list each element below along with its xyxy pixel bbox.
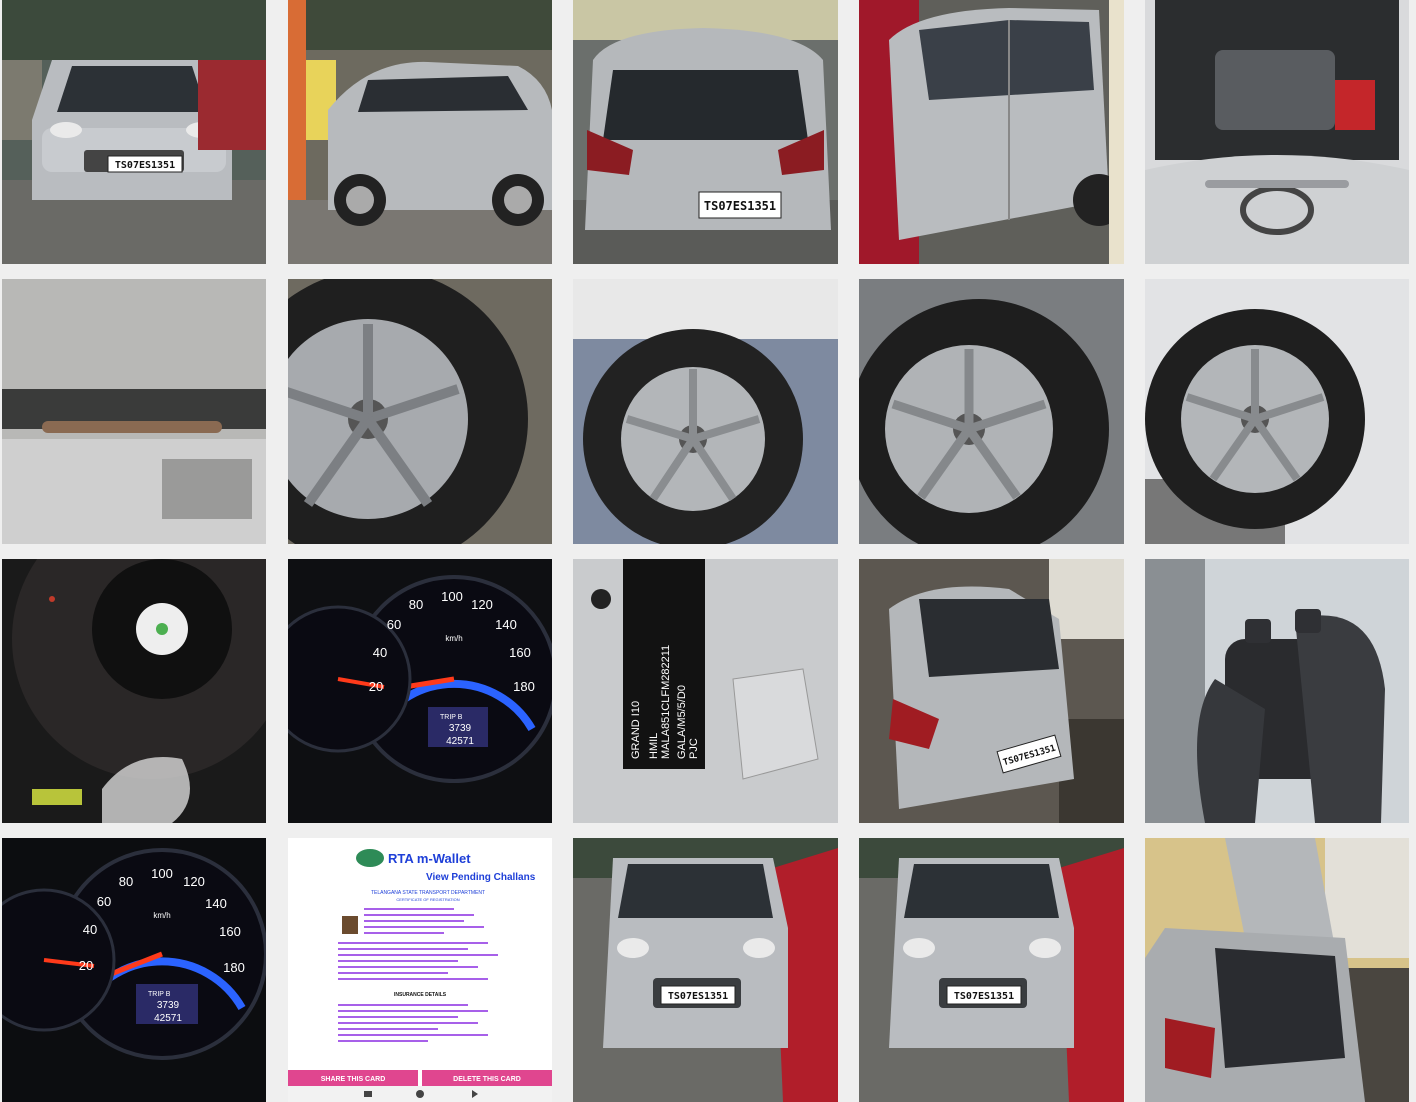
share-card-button[interactable]: SHARE THIS CARD [321,1076,386,1083]
speed-tick: 40 [83,922,97,937]
car-door-image [859,0,1124,264]
photo-front-view-3[interactable]: TS07ES1351 [859,838,1124,1102]
wheel-image [573,279,838,544]
car-front-image: TS07ES1351 [573,838,838,1102]
delete-card-button[interactable]: DELETE THIS CARD [453,1076,521,1083]
speed-tick: 180 [513,679,535,694]
vin-model: GRAND I10 [630,701,642,759]
photo-wheel-front-right[interactable] [859,279,1124,544]
photo-wheel-rear-right[interactable] [1145,279,1409,544]
rta-insurance-heading: INSURANCE DETAILS [394,992,447,998]
rta-app-title: RTA m-Wallet [388,851,471,866]
speed-tick: 140 [205,896,227,911]
trip-value: 3739 [449,723,472,734]
speed-tick: 160 [219,924,241,939]
speed-tick: 60 [387,617,401,632]
speed-unit: km/h [153,911,170,920]
rta-pending-link[interactable]: View Pending Challans [426,872,536,883]
photo-wheel-front-left[interactable] [288,279,552,544]
cluster-image: 20 40 60 80 100 120 140 160 180 km/h TRI… [288,559,552,823]
recents-icon[interactable] [364,1091,372,1097]
photo-boot-open[interactable] [1145,838,1409,1102]
boot-image [1145,838,1409,1102]
rta-card-image: RTA m-Wallet View Pending Challans TELAN… [288,838,552,1102]
plate-text: TS07ES1351 [704,199,776,213]
vin-code: PJC [688,738,700,759]
cluster-image: 20 40 60 80 100 120 140 160 180 km/h TRI… [2,838,266,1102]
photo-instrument-cluster-2[interactable]: 20 40 60 80 100 120 140 160 180 km/h TRI… [2,838,266,1102]
speed-tick: 80 [409,597,423,612]
photo-front-view[interactable]: TS07ES1351 [2,0,266,264]
photo-rear-three-quarter[interactable]: TS07ES1351 [859,559,1124,823]
photo-vin-label[interactable]: GRAND I10 HMIL MALA851CLFM282211 GALA/M5… [573,559,838,823]
plate-text: TS07ES1351 [115,160,175,171]
photo-spare-wheel[interactable] [2,559,266,823]
underbody-image [2,279,266,544]
home-icon[interactable] [416,1090,424,1098]
speed-tick: 120 [183,874,205,889]
speed-tick: 180 [223,960,245,975]
trip-label: TRIP B [440,714,463,721]
photo-underbody[interactable] [2,279,266,544]
speed-tick: 100 [151,866,173,881]
seats-image [1145,559,1409,823]
speed-tick: 140 [495,617,517,632]
trip-value: 3739 [157,1000,180,1011]
vin-maker: HMIL [648,733,660,759]
photo-instrument-cluster[interactable]: 20 40 60 80 100 120 140 160 180 km/h TRI… [288,559,552,823]
photo-side-view[interactable] [288,0,552,264]
engine-image [1145,0,1409,264]
speed-tick: 100 [441,589,463,604]
car-front-image: TS07ES1351 [2,0,266,264]
speed-tick: 20 [79,958,93,973]
car-rear-image: TS07ES1351 [859,559,1124,823]
photo-door-side[interactable] [859,0,1124,264]
photo-gallery: TS07ES1351 TS07ES1351 20 40 60 80 100 12… [0,0,1416,1102]
car-rear-image: TS07ES1351 [573,0,838,264]
vin-label-image: GRAND I10 HMIL MALA851CLFM282211 GALA/M5… [573,559,838,823]
photo-rear-seats[interactable] [1145,559,1409,823]
wheel-image [1145,279,1409,544]
odometer-value: 42571 [154,1013,182,1024]
wheel-image [859,279,1124,544]
wheel-image [288,279,552,544]
rta-cert: CERTIFICATE OF REGISTRATION [396,897,459,902]
car-front-image: TS07ES1351 [859,838,1124,1102]
photo-wheel-rear-left[interactable] [573,279,838,544]
plate-text: TS07ES1351 [668,991,728,1002]
trip-label: TRIP B [148,991,171,998]
photo-engine-bay[interactable] [1145,0,1409,264]
vin-number: MALA851CLFM282211 [660,645,672,759]
plate-text: TS07ES1351 [954,991,1014,1002]
car-side-image [288,0,552,264]
speed-tick: 160 [509,645,531,660]
speed-tick: 60 [97,894,111,909]
spare-wheel-image [2,559,266,823]
photo-rear-view[interactable]: TS07ES1351 [573,0,838,264]
photo-rta-card[interactable]: RTA m-Wallet View Pending Challans TELAN… [288,838,552,1102]
photo-front-view-2[interactable]: TS07ES1351 [573,838,838,1102]
vin-trim: GALA/M5/5/D0 [676,685,688,759]
rta-dept: TELANGANA STATE TRANSPORT DEPARTMENT [371,890,485,896]
speed-tick: 20 [369,679,383,694]
speed-tick: 40 [373,645,387,660]
speed-tick: 120 [471,597,493,612]
speed-unit: km/h [445,634,462,643]
odometer-value: 42571 [446,736,474,747]
speed-tick: 80 [119,874,133,889]
